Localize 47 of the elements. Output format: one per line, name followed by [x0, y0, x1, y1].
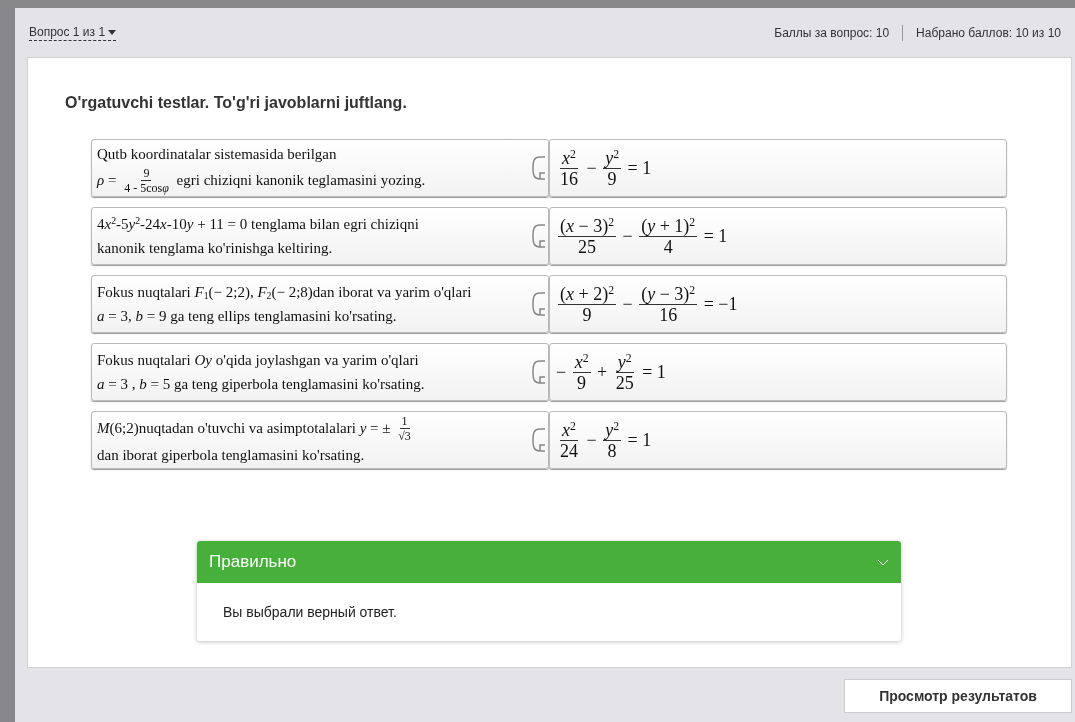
- formula-text: egri chiziqni kanonik teglamasini yozing.: [175, 171, 426, 190]
- points-per-question: Баллы за вопрос: 10: [774, 24, 890, 42]
- feedback-message: Вы выбрали верный ответ.: [223, 602, 397, 622]
- fraction: (y + 1)$^{2}$ 4: [639, 215, 698, 257]
- fraction: x$^{2}$ 16: [559, 147, 579, 189]
- formula-text: a = 3, b = 9 ga teng ellips tenglamasini ko'rsating.: [97, 307, 397, 326]
- fraction: y$^{2}$ 25: [614, 351, 635, 393]
- formula-text: dan iborat giperbola tenglamasini ko'rsating.: [97, 445, 365, 465]
- fraction: y$^{2}$ 8: [603, 419, 621, 461]
- fraction: y$^{2}$ 9: [603, 147, 621, 189]
- formula-text: Qutb koordinatalar sistemasida berilgan: [97, 144, 337, 164]
- view-results-button[interactable]: Просмотр результатов: [844, 679, 1072, 713]
- fraction: (y − 3)$^{2}$ 16: [639, 283, 698, 325]
- fraction: (x + 2)$^{2}$ 9: [558, 283, 616, 325]
- formula-text: = 1: [641, 360, 666, 384]
- formula-text: −: [585, 428, 598, 452]
- formula-text: −: [585, 156, 598, 180]
- formula-text: = 1: [702, 224, 728, 248]
- formula-text: −: [621, 292, 634, 316]
- formula-text: Fokus nuqtalari Oy o'qida joylashgan va yarim o'qlari: [97, 351, 419, 370]
- formula-text: M(6;2)nuqtadan o'tuvchi va asimptotalalari y = ±: [97, 419, 392, 438]
- points-scored: Набрано баллов: 10 из 10: [916, 24, 1061, 42]
- formula-text: ρ =: [97, 171, 118, 190]
- puzzle-connector-icon: [530, 153, 546, 183]
- formula-text: kanonik tenglama ko'rinishga keltiring.: [97, 239, 333, 258]
- formula-text: Fokus nuqtalari F$_{1}$(− 2;2), F$_{2}$(− 2;8)dan iborat va yarim o'qlari: [97, 283, 472, 304]
- formula-text: = 1: [626, 428, 652, 452]
- formula-text: = 1: [626, 156, 652, 180]
- puzzle-connector-icon: [530, 221, 546, 251]
- question-title: O'rgatuvchi testlar. To'g'ri javoblarni juftlang.: [65, 93, 408, 113]
- caret-icon: [108, 29, 117, 35]
- puzzle-connector-icon: [530, 289, 546, 319]
- fraction: 9 4 - 5cosφ: [123, 165, 170, 195]
- fraction: 1 √3: [397, 413, 412, 443]
- formula-text: +: [596, 360, 609, 384]
- formula-text: a = 3 , b = 5 ga teng giperbola tenglamasini ko'rsating.: [97, 375, 425, 394]
- fraction: x$^{2}$ 24: [559, 419, 579, 461]
- formula-text: 4x$^{2}$-5y$^{2}$-24x-10y + 11 = 0 tenglama bilan egri chiziqni: [97, 214, 419, 234]
- fraction: (x − 3)$^{2}$ 25: [558, 215, 616, 257]
- formula-text: −: [556, 360, 568, 384]
- puzzle-connector-icon: [530, 357, 546, 387]
- fraction: x$^{2}$ 9: [572, 351, 591, 393]
- question-menu[interactable]: Вопрос 1 из 1: [29, 24, 117, 41]
- formula-text: −: [621, 224, 634, 248]
- formula-text: = −1: [702, 292, 738, 316]
- puzzle-connector-icon: [530, 425, 546, 455]
- feedback-title: Правильно: [209, 551, 297, 574]
